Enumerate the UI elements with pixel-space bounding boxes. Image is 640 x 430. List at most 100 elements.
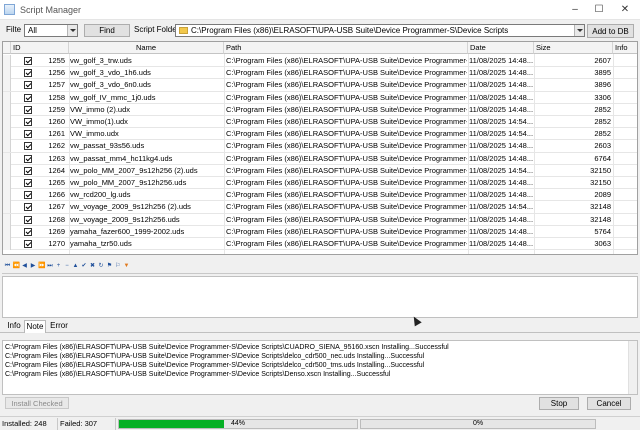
row-checkbox[interactable]: [24, 69, 32, 78]
install-log[interactable]: C:\Program Files (x86)\ELRASOFT\UPA-USB …: [2, 340, 638, 395]
cell-name: vw_polo_MM_2007_9s12h256.uds: [70, 178, 187, 187]
tab-note[interactable]: Note: [24, 320, 46, 333]
nav-post-icon[interactable]: ✔: [81, 262, 88, 271]
scripts-grid[interactable]: ID Name Path Date Size Info 1255 vw_golf_…: [2, 41, 638, 255]
table-row[interactable]: 1265 vw_polo_MM_2007_9s12h256.uds C:\Progr…: [3, 177, 637, 190]
column-header-id[interactable]: ID: [11, 42, 69, 54]
row-checkbox[interactable]: [24, 179, 32, 187]
column-divider: [224, 54, 225, 254]
nav-prior-icon[interactable]: ◀: [21, 262, 28, 271]
row-checkbox[interactable]: [24, 57, 32, 65]
script-folder-value: C:\Program Files (x86)\ELRASOFT\UPA-USB …: [191, 26, 509, 35]
table-row[interactable]: 1263 vw_passat_mm4_hc11kg4.uds C:\Program …: [3, 152, 637, 165]
table-row[interactable]: 1266 vw_rcd200_lg.uds C:\Program Files (x8…: [3, 189, 637, 202]
cell-id: 1256: [48, 68, 65, 78]
cancel-button[interactable]: Cancel: [587, 397, 631, 410]
row-indicator[interactable]: [3, 91, 11, 104]
table-row[interactable]: 1262 vw_passat_93s56.uds C:\Program Files …: [3, 140, 637, 153]
table-row[interactable]: 1269 yamaha_fazer600_1999-2002.uds C:\Prog…: [3, 225, 637, 238]
table-row[interactable]: 1256 vw_golf_3_vdo_1h6.uds C:\Program File…: [3, 67, 637, 80]
nav-prior-page-icon[interactable]: ⏪: [13, 262, 20, 271]
table-row[interactable]: 1268 vw_voyage_2009_9s12h256.uds C:\Progra…: [3, 213, 637, 226]
table-row[interactable]: 1255 vw_golf_3_trw.uds C:\Program Files (x…: [3, 55, 637, 68]
cell-date: 11/08/2025 14:48...: [469, 153, 534, 163]
table-row[interactable]: 1267 vw_voyage_2009_9s12h256 (2).uds C:\Pr…: [3, 201, 637, 214]
splitter[interactable]: [2, 273, 638, 274]
table-row[interactable]: 1257 vw_golf_3_vdo_6n0.uds C:\Program File…: [3, 79, 637, 92]
row-checkbox[interactable]: [24, 154, 32, 163]
filter-select[interactable]: All: [24, 24, 78, 37]
cell-id: 1262: [48, 141, 65, 151]
chevron-down-icon: [67, 25, 77, 36]
nav-next-icon[interactable]: ▶: [30, 262, 37, 271]
nav-insert-icon[interactable]: +: [55, 262, 62, 271]
row-checkbox[interactable]: [24, 240, 32, 248]
row-indicator[interactable]: [3, 152, 11, 165]
close-icon[interactable]: ✕: [618, 3, 632, 17]
nav-cancel-icon[interactable]: ✖: [89, 262, 96, 271]
row-indicator[interactable]: [3, 189, 11, 202]
nav-next-page-icon[interactable]: ⏩: [38, 262, 45, 271]
row-checkbox[interactable]: [24, 166, 32, 175]
nav-last-icon[interactable]: ⏭: [47, 262, 54, 271]
row-checkbox[interactable]: [24, 105, 32, 114]
minimize-icon[interactable]: –: [568, 3, 582, 17]
stop-button[interactable]: Stop: [539, 397, 579, 410]
row-indicator[interactable]: [3, 164, 11, 177]
find-button[interactable]: Find: [84, 24, 130, 37]
install-checked-button[interactable]: Install Checked: [5, 397, 69, 409]
row-indicator[interactable]: [3, 103, 11, 116]
row-indicator[interactable]: [3, 128, 11, 141]
cell-name: VW_immo.udx: [70, 129, 119, 139]
tab-info[interactable]: Info: [4, 320, 24, 333]
column-header-name[interactable]: Name: [69, 42, 224, 54]
column-header-size[interactable]: Size: [534, 42, 613, 54]
nav-edit-icon[interactable]: ▲: [72, 262, 79, 271]
detail-panel[interactable]: [2, 276, 638, 318]
row-checkbox[interactable]: [24, 203, 32, 212]
cell-size: 2852: [594, 117, 611, 126]
cell-name: vw_passat_mm4_hc11kg4.uds: [70, 153, 173, 163]
row-indicator[interactable]: [3, 79, 11, 92]
row-checkbox[interactable]: [24, 81, 32, 90]
column-header-info[interactable]: Info: [613, 42, 637, 54]
nav-filter-icon[interactable]: ▼: [123, 262, 130, 271]
row-indicator[interactable]: [3, 116, 11, 128]
row-indicator[interactable]: [3, 140, 11, 153]
nav-delete-icon[interactable]: −: [64, 262, 71, 271]
table-row[interactable]: 1270 yamaha_tzr50.uds C:\Program Files (x8…: [3, 238, 637, 251]
row-checkbox[interactable]: [24, 130, 32, 139]
cell-name: vw_golf_3_vdo_6n0.uds: [70, 80, 151, 90]
nav-refresh-icon[interactable]: ↻: [98, 262, 105, 271]
row-checkbox[interactable]: [24, 118, 32, 126]
row-indicator[interactable]: [3, 225, 11, 238]
nav-goto-bookmark-icon[interactable]: ⚐: [115, 262, 122, 271]
column-header-date[interactable]: Date: [468, 42, 534, 54]
table-row[interactable]: 1261 VW_immo.udx C:\Program Files (x86)\EL…: [3, 128, 637, 141]
row-checkbox[interactable]: [24, 215, 32, 224]
row-indicator[interactable]: [3, 201, 11, 214]
row-indicator[interactable]: [3, 55, 11, 67]
nav-first-icon[interactable]: ⏮: [4, 262, 11, 271]
cell-path: C:\Program Files (x86)\ELRASOFT\UPA-USB …: [226, 214, 467, 224]
maximize-icon[interactable]: ☐: [592, 3, 606, 17]
table-row[interactable]: 1258 vw_golf_IV_mmc_1j0.uds C:\Program Fil…: [3, 91, 637, 104]
add-to-db-button[interactable]: Add to DB: [587, 24, 634, 38]
table-row[interactable]: 1264 vw_polo_MM_2007_9s12h256 (2).uds C:\P…: [3, 164, 637, 177]
script-folder-select[interactable]: C:\Program Files (x86)\ELRASOFT\UPA-USB …: [175, 24, 585, 37]
table-row[interactable]: 1259 VW_immo (2).udx C:\Program Files (x86…: [3, 103, 637, 116]
table-row[interactable]: 1260 VW_immo(1).udx C:\Program Files (x86)…: [3, 116, 637, 129]
row-checkbox[interactable]: [24, 142, 32, 151]
log-scrollbar[interactable]: [628, 341, 637, 394]
row-indicator[interactable]: [3, 67, 11, 80]
cell-size: 3896: [594, 80, 611, 90]
nav-bookmark-icon[interactable]: ⚑: [106, 262, 113, 271]
row-indicator[interactable]: [3, 238, 11, 250]
row-indicator[interactable]: [3, 177, 11, 189]
tab-error[interactable]: Error: [48, 320, 70, 333]
row-checkbox[interactable]: [24, 227, 32, 236]
column-header-path[interactable]: Path: [224, 42, 468, 54]
row-checkbox[interactable]: [24, 93, 32, 102]
row-checkbox[interactable]: [24, 191, 32, 200]
row-indicator[interactable]: [3, 213, 11, 226]
